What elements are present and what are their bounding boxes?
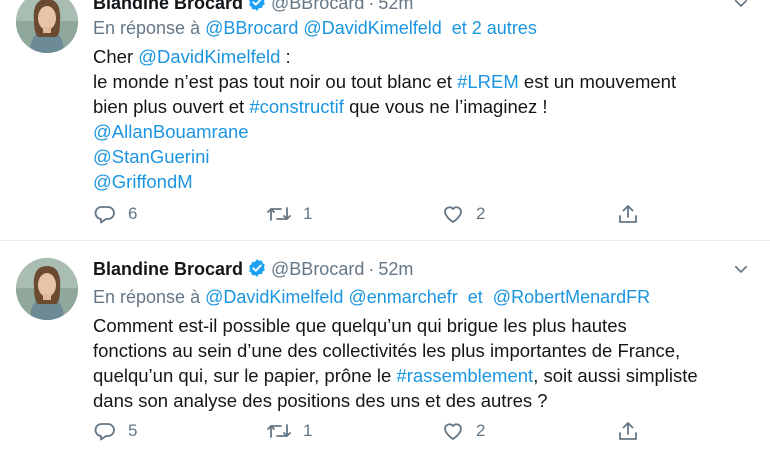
avatar-image: [16, 258, 78, 320]
text-line: fonctions au sein d’une des collectivité…: [93, 340, 681, 361]
text-line: le monde n’est pas tout noir ou tout bla…: [93, 69, 753, 94]
mention-link[interactable]: @enmarchefr: [348, 287, 457, 307]
retweet-count: 1: [303, 204, 313, 223]
tweet-text: Cher @DavidKimelfeld : le monde n’est pa…: [93, 44, 753, 194]
tweet-actions: 5 1 2: [93, 419, 653, 449]
share-icon: [619, 422, 637, 440]
chevron-down-icon[interactable]: [732, 260, 750, 283]
mention-link[interactable]: @AllanBouamrane: [93, 119, 753, 144]
mention-link[interactable]: @StanGuerini: [93, 144, 753, 169]
retweet-button[interactable]: 1: [266, 202, 312, 226]
share-button[interactable]: [616, 419, 640, 443]
like-button[interactable]: 2: [441, 202, 485, 226]
text-segment: bien plus ouvert et: [93, 96, 250, 117]
like-icon: [444, 206, 462, 223]
text-segment: que vous ne l’imaginez !: [343, 96, 548, 117]
mention-link[interactable]: @RobertMenardFR: [493, 287, 650, 307]
retweet-icon: [267, 424, 291, 438]
reply-context: En réponse à @DavidKimelfeld @enmarchefr…: [93, 287, 650, 308]
reply-count: 6: [128, 204, 138, 223]
avatar[interactable]: [16, 0, 78, 53]
tweet-time[interactable]: 52m: [378, 259, 413, 279]
text-line: dans son analyse des positions des uns e…: [93, 390, 548, 411]
others-link[interactable]: et 2 autres: [452, 18, 537, 38]
tweet-text: Comment est-il possible que quelqu’un qu…: [93, 313, 753, 413]
share-button[interactable]: [616, 202, 640, 226]
tweet-header: Blandine Brocard @BBrocard · 52m: [93, 258, 750, 284]
mention-link[interactable]: @BBrocard: [205, 18, 298, 38]
mention-link[interactable]: @DavidKimelfeld: [138, 46, 280, 67]
author-handle[interactable]: @BBrocard: [271, 259, 364, 279]
reply-button[interactable]: 6: [93, 202, 137, 226]
text-line: Comment est-il possible que quelqu’un qu…: [93, 315, 627, 336]
separator-dot: ·: [368, 0, 375, 13]
tweet[interactable]: Blandine Brocard @BBrocard · 52m En réponse…: [0, 241, 770, 461]
author-name[interactable]: Blandine Brocard: [93, 0, 243, 13]
verified-badge-icon: [247, 0, 267, 17]
like-button[interactable]: 2: [441, 419, 485, 443]
avatar-image: [16, 0, 78, 53]
text-segment: le monde n’est pas tout noir ou tout bla…: [93, 71, 458, 92]
retweet-count: 1: [303, 421, 313, 440]
tweet-actions: 6 1 2: [93, 202, 653, 232]
reply-prefix: En réponse à: [93, 18, 201, 38]
tweet-header: Blandine Brocard @BBrocard · 52m: [93, 0, 750, 18]
reply-prefix: En réponse à: [93, 287, 201, 307]
reply-count: 5: [128, 421, 138, 440]
mention-link[interactable]: @GriffondM: [93, 169, 753, 194]
like-count: 2: [476, 421, 486, 440]
text-segment: quelqu’un qui, sur le papier, prône le: [93, 365, 397, 386]
chevron-down-icon[interactable]: [732, 0, 750, 17]
text-line: bien plus ouvert et #constructif que vou…: [93, 94, 753, 119]
text-segment: est un mouvement: [518, 71, 677, 92]
text-line: quelqu’un qui, sur le papier, prône le #…: [93, 363, 753, 388]
text-segment: :: [280, 46, 291, 67]
retweet-button[interactable]: 1: [266, 419, 312, 443]
reply-and: et: [467, 287, 483, 307]
reply-context: En réponse à @BBrocard @DavidKimelfeld e…: [93, 18, 537, 39]
tweet[interactable]: Blandine Brocard @BBrocard · 52m En réponse…: [0, 0, 770, 241]
text-segment: Cher: [93, 46, 139, 67]
avatar[interactable]: [16, 258, 78, 320]
author-handle[interactable]: @BBrocard: [271, 0, 364, 13]
text-line: Cher @DavidKimelfeld :: [93, 44, 753, 69]
hashtag-link[interactable]: #constructif: [249, 96, 344, 117]
hashtag-link[interactable]: #rassemblement: [396, 365, 533, 386]
reply-icon: [94, 423, 115, 441]
retweet-icon: [267, 207, 291, 221]
reply-icon: [94, 206, 115, 224]
verified-badge-icon: [247, 258, 267, 283]
like-icon: [444, 423, 462, 440]
like-count: 2: [476, 204, 486, 223]
hashtag-link[interactable]: #LREM: [457, 71, 519, 92]
reply-button[interactable]: 5: [93, 419, 137, 443]
tweet-time[interactable]: 52m: [378, 0, 413, 13]
share-icon: [619, 205, 637, 223]
author-name[interactable]: Blandine Brocard: [93, 259, 243, 279]
separator-dot: ·: [368, 259, 375, 279]
text-segment: , soit aussi simpliste: [533, 365, 698, 386]
mention-link[interactable]: @DavidKimelfeld: [205, 287, 343, 307]
mention-link[interactable]: @DavidKimelfeld: [303, 18, 441, 38]
